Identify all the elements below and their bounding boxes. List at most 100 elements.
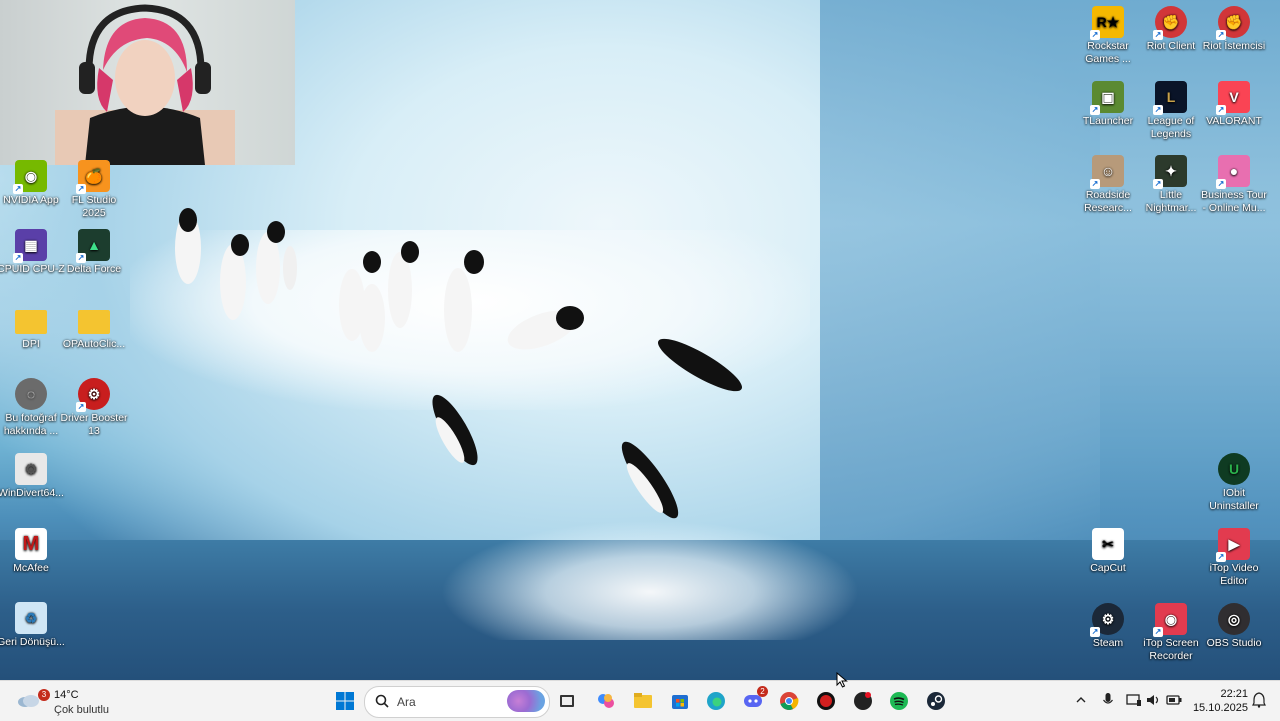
desktop-icon-obs[interactable]: ◎ OBS Studio bbox=[1199, 603, 1269, 650]
edge-button[interactable] bbox=[704, 689, 728, 713]
network-icon bbox=[1126, 694, 1141, 706]
icon-label: Delta Force bbox=[66, 263, 122, 275]
discord-badge: 2 bbox=[757, 686, 768, 697]
desktop-icon-cpuid[interactable]: ▦ ↗ CPUID CPU-Z bbox=[0, 229, 66, 276]
search-placeholder: Ara bbox=[397, 695, 416, 709]
icon-label: Business Tour - Online Mu... bbox=[1201, 189, 1267, 214]
desktop-icon-driver-booster[interactable]: ⚙ ↗ Driver Booster 13 bbox=[59, 378, 129, 438]
desktop-icon-itop-screen[interactable]: ◉ ↗ iTop Screen Recorder bbox=[1136, 603, 1206, 663]
desktop-icon-capcut[interactable]: ✂ CapCut bbox=[1073, 528, 1143, 575]
desktop-icon-riot-istemcisi[interactable]: ✊ ↗ Riot İstemcisi bbox=[1199, 6, 1269, 53]
desktop-icon-business-tour[interactable]: ● ↗ Business Tour - Online Mu... bbox=[1199, 155, 1269, 215]
battery-button[interactable] bbox=[1165, 691, 1183, 709]
desktop-icon-dpi-folder[interactable]: DPI bbox=[0, 304, 66, 351]
icon-label: Driver Booster 13 bbox=[60, 412, 128, 437]
icon-label: CPUID CPU-Z bbox=[0, 263, 65, 275]
search-highlight-image bbox=[507, 690, 545, 712]
icon-label: OPAutoClic... bbox=[62, 338, 126, 350]
desktop-icon-iobit[interactable]: U IObit Uninstaller bbox=[1199, 453, 1269, 513]
chevron-up-icon bbox=[1076, 697, 1086, 703]
weather-temp: 14°C bbox=[54, 689, 79, 701]
icon-label: League of Legends bbox=[1147, 115, 1195, 140]
icon-label: Riot Client bbox=[1146, 40, 1196, 52]
webcam-overlay bbox=[0, 0, 295, 165]
file-explorer-button[interactable] bbox=[631, 689, 655, 713]
steam-icon bbox=[927, 692, 945, 710]
fl-studio-icon: 🍊 ↗ bbox=[76, 160, 110, 194]
edge-icon bbox=[707, 692, 725, 710]
icon-label: TLauncher bbox=[1082, 115, 1134, 127]
folder-icon bbox=[15, 310, 47, 334]
desktop-icon-tlauncher[interactable]: ▣ ↗ TLauncher bbox=[1073, 81, 1143, 128]
spotify-button[interactable] bbox=[887, 689, 911, 713]
steam-taskbar-button[interactable] bbox=[924, 689, 948, 713]
desktop-icon-little-nightmares[interactable]: ✦ ↗ Little Nightmar... bbox=[1136, 155, 1206, 215]
folder-icon bbox=[78, 310, 110, 334]
icon-label: VALORANT bbox=[1206, 115, 1262, 127]
copilot-button[interactable] bbox=[594, 689, 618, 713]
app-icon bbox=[854, 692, 872, 710]
valorant-icon: V ↗ bbox=[1216, 81, 1250, 115]
desktop-icon-opautoclic-folder[interactable]: OPAutoClic... bbox=[59, 304, 129, 351]
microphone-button[interactable] bbox=[1099, 691, 1117, 709]
desktop-icon-riot-client[interactable]: ✊ ↗ Riot Client bbox=[1136, 6, 1206, 53]
volume-button[interactable] bbox=[1145, 691, 1163, 709]
battery-icon bbox=[1166, 695, 1182, 705]
steam-icon: ⚙ ↗ bbox=[1090, 603, 1124, 637]
desktop-icon-league[interactable]: L ↗ League of Legends bbox=[1136, 81, 1206, 141]
little-nightmares-icon: ✦ ↗ bbox=[1153, 155, 1187, 189]
weather-widget[interactable]: 3 14°C Çok bulutlu bbox=[12, 685, 122, 717]
desktop-icon-recycle-bin[interactable]: ♻ Geri Dönüşü... bbox=[0, 602, 66, 649]
desktop-icon-fl-studio[interactable]: 🍊 ↗ FL Studio 2025 bbox=[59, 160, 129, 220]
clock[interactable]: 22:21 15.10.2025 bbox=[1192, 687, 1248, 715]
folder-icon bbox=[634, 693, 652, 708]
spotify-icon bbox=[890, 692, 908, 710]
cpuid-icon: ▦ ↗ bbox=[13, 229, 47, 263]
chrome-icon bbox=[780, 692, 799, 710]
nvidia-app-icon: ◉ ↗ bbox=[13, 160, 47, 194]
app-taskbar-button[interactable] bbox=[851, 689, 875, 713]
desktop-icon-steam[interactable]: ⚙ ↗ Steam bbox=[1073, 603, 1143, 650]
streamer-image bbox=[55, 4, 235, 165]
desktop-icon-mcafee[interactable]: M McAfee bbox=[0, 528, 66, 575]
taskbar: 3 14°C Çok bulutlu Ara 2 22:21 15.10.202… bbox=[0, 680, 1280, 721]
desktop-icon-valorant[interactable]: V ↗ VALORANT bbox=[1199, 81, 1269, 128]
desktop-icon-delta-force[interactable]: ▲ ↗ Delta Force bbox=[59, 229, 129, 276]
icon-label: OBS Studio bbox=[1206, 637, 1262, 649]
bell-icon bbox=[1252, 692, 1266, 708]
itop-screen-icon: ◉ ↗ bbox=[1153, 603, 1187, 637]
search-icon bbox=[375, 694, 389, 708]
desktop-icon-photo-info[interactable]: ◌ Bu fotoğraf hakkında ... bbox=[0, 378, 66, 438]
desktop-icon-itop-video[interactable]: ▶ ↗ iTop Video Editor bbox=[1199, 528, 1269, 588]
tlauncher-icon: ▣ ↗ bbox=[1090, 81, 1124, 115]
store-icon bbox=[672, 695, 688, 709]
driver-booster-icon bbox=[817, 692, 835, 710]
icon-label: Little Nightmar... bbox=[1145, 189, 1197, 214]
start-button[interactable] bbox=[333, 689, 357, 713]
desktop-icon-roadside[interactable]: ☺ ↗ Roadside Researc... bbox=[1073, 155, 1143, 215]
icon-label: Roadside Researc... bbox=[1084, 189, 1132, 214]
riot-istemcisi-icon: ✊ ↗ bbox=[1216, 6, 1250, 40]
icon-label: iTop Video Editor bbox=[1209, 562, 1259, 587]
driver-booster-icon: ⚙ ↗ bbox=[76, 378, 110, 412]
network-button[interactable] bbox=[1125, 691, 1143, 709]
icon-label: FL Studio 2025 bbox=[71, 194, 117, 219]
desktop-icon-rockstar[interactable]: R★ ↗ Rockstar Games ... bbox=[1073, 6, 1143, 66]
driver-booster-taskbar-button[interactable] bbox=[814, 689, 838, 713]
notifications-button[interactable] bbox=[1250, 691, 1268, 709]
icon-label: Rockstar Games ... bbox=[1085, 40, 1131, 65]
capcut-icon: ✂ bbox=[1092, 528, 1124, 560]
league-icon: L ↗ bbox=[1153, 81, 1187, 115]
store-button[interactable] bbox=[668, 689, 692, 713]
icon-label: DPI bbox=[22, 338, 40, 350]
tray-overflow-button[interactable] bbox=[1072, 691, 1090, 709]
weather-condition: Çok bulutlu bbox=[54, 704, 110, 716]
task-view-button[interactable] bbox=[555, 689, 579, 713]
chrome-button[interactable] bbox=[777, 689, 801, 713]
desktop-icon-nvidia-app[interactable]: ◉ ↗ NVIDIA App bbox=[0, 160, 66, 207]
icon-label: iTop Screen Recorder bbox=[1143, 637, 1199, 662]
discord-button[interactable]: 2 bbox=[741, 686, 768, 713]
desktop-icon-windivert[interactable]: ⚙ WinDivert64... bbox=[0, 453, 66, 500]
search-box[interactable]: Ara bbox=[364, 686, 550, 718]
clock-time: 22:21 bbox=[1220, 688, 1248, 700]
